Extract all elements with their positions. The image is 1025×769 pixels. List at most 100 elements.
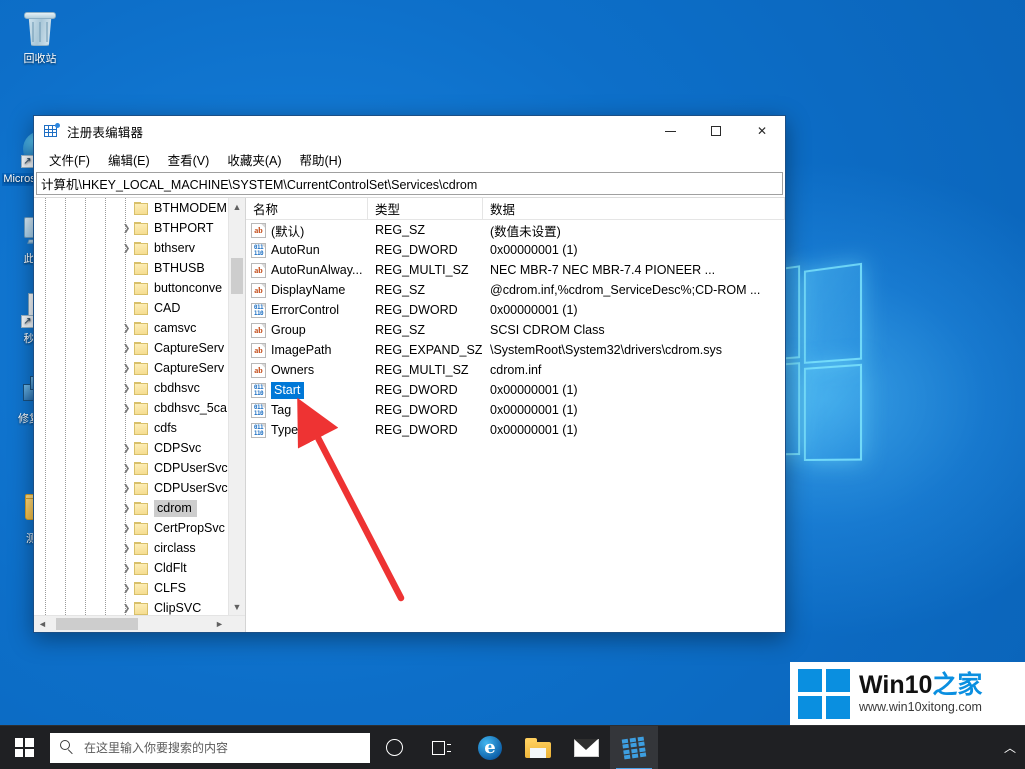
chevron-right-icon[interactable]: ❯	[119, 358, 134, 378]
scroll-left-arrow[interactable]: ◄	[34, 619, 51, 629]
value-type: REG_DWORD	[368, 423, 483, 437]
scrollbar-thumb[interactable]	[231, 258, 243, 294]
window-titlebar[interactable]: 注册表编辑器 ✕	[34, 116, 785, 147]
tree-leaf-spacer: ❯	[119, 278, 134, 298]
scroll-down-arrow[interactable]: ▼	[229, 598, 245, 615]
minimize-button[interactable]	[647, 116, 693, 147]
tree-item[interactable]: ❯CaptureServ	[34, 358, 245, 378]
tree-item[interactable]: ❯ ClipSVC	[34, 598, 245, 615]
column-header-data[interactable]: 数据	[483, 198, 785, 219]
file-explorer-taskbar-button[interactable]	[514, 726, 562, 769]
registry-path-input[interactable]: 计算机\HKEY_LOCAL_MACHINE\SYSTEM\CurrentCon…	[36, 172, 783, 195]
chevron-right-icon[interactable]: ❯	[119, 378, 134, 398]
registry-value-row[interactable]: abOwnersREG_MULTI_SZcdrom.inf	[246, 360, 785, 380]
chevron-right-icon[interactable]: ❯	[119, 438, 134, 458]
tree-item[interactable]: ❯BTHPORT	[34, 218, 245, 238]
registry-value-row[interactable]: 011110TypeREG_DWORD0x00000001 (1)	[246, 420, 785, 440]
tree-item[interactable]: ❯BTHMODEM	[34, 198, 245, 218]
mail-taskbar-button[interactable]	[562, 726, 610, 769]
maximize-button[interactable]	[693, 116, 739, 147]
registry-value-row[interactable]: abImagePathREG_EXPAND_SZ\SystemRoot\Syst…	[246, 340, 785, 360]
registry-folder-icon	[134, 542, 150, 555]
tree-item-label: CaptureServ	[154, 341, 224, 355]
scrollbar-track[interactable]	[51, 618, 211, 630]
registry-value-row[interactable]: abAutoRunAlway...REG_MULTI_SZNEC MBR-7 N…	[246, 260, 785, 280]
registry-value-row[interactable]: abDisplayNameREG_SZ@cdrom.inf,%cdrom_Ser…	[246, 280, 785, 300]
desktop: 回收站 e ↗ Microsoft Edge 此电脑 ↗ 秒文件 ✕ 修复工具	[0, 0, 1025, 769]
tree-item[interactable]: ❯ bthserv	[34, 238, 245, 258]
chevron-right-icon[interactable]: ❯	[119, 478, 134, 498]
menu-bar: 文件(F) 编辑(E) 查看(V) 收藏夹(A) 帮助(H)	[34, 147, 785, 172]
tree-item[interactable]: ❯cdrom	[34, 498, 245, 518]
tree-item-label: bthserv	[154, 241, 195, 255]
chevron-right-icon[interactable]: ❯	[119, 238, 134, 258]
tree-item[interactable]: ❯circlass	[34, 538, 245, 558]
show-hidden-icons-button[interactable]: ︿	[995, 739, 1025, 756]
tree-item[interactable]: ❯buttonconve	[34, 278, 245, 298]
tree-item[interactable]: ❯CDPSvc	[34, 438, 245, 458]
column-header-type[interactable]: 类型	[368, 198, 483, 219]
tree-horizontal-scrollbar[interactable]: ◄ ►	[34, 615, 245, 632]
chevron-right-icon[interactable]: ❯	[119, 498, 134, 518]
windows-logo-icon	[15, 738, 34, 757]
chevron-right-icon[interactable]: ❯	[119, 558, 134, 578]
tree-item-label: cbdhsvc_5ca	[154, 401, 227, 415]
registry-value-row[interactable]: 011110ErrorControlREG_DWORD0x00000001 (1…	[246, 300, 785, 320]
edge-taskbar-button[interactable]: e	[466, 726, 514, 769]
cortana-button[interactable]	[370, 726, 418, 769]
watermark-title: Win10之家	[859, 672, 982, 699]
tree-item-label: CDPUserSvc	[154, 461, 228, 475]
column-header-name[interactable]: 名称	[246, 198, 368, 219]
tree-item[interactable]: ❯ CaptureServ	[34, 338, 245, 358]
tree-leaf-spacer: ❯	[119, 198, 134, 218]
menu-item-view[interactable]: 查看(V)	[159, 147, 219, 172]
value-name: Tag	[271, 403, 291, 417]
chevron-right-icon[interactable]: ❯	[119, 458, 134, 478]
value-name: AutoRunAlway...	[271, 263, 362, 277]
tree-item[interactable]: ❯CAD	[34, 298, 245, 318]
tree-item[interactable]: ❯CLFS	[34, 578, 245, 598]
registry-value-row[interactable]: ab(默认)REG_SZ(数值未设置)	[246, 220, 785, 240]
start-button[interactable]	[0, 726, 48, 769]
registry-value-row[interactable]: 011110TagREG_DWORD0x00000001 (1)	[246, 400, 785, 420]
chevron-right-icon[interactable]: ❯	[119, 318, 134, 338]
chevron-right-icon[interactable]: ❯	[119, 578, 134, 598]
watermark-title-main: Win10	[859, 671, 932, 699]
taskbar-search-input[interactable]: 在这里输入你要搜索的内容	[50, 733, 370, 763]
menu-item-file[interactable]: 文件(F)	[40, 147, 99, 172]
tree-item-label: ClipSVC	[154, 601, 201, 615]
tree-item[interactable]: ❯CDPUserSvc	[34, 478, 245, 498]
chevron-right-icon[interactable]: ❯	[119, 338, 134, 358]
close-button[interactable]: ✕	[739, 116, 785, 147]
value-name-cell: abDisplayName	[246, 283, 368, 298]
tree-vertical-scrollbar[interactable]: ▲ ▼	[228, 198, 245, 615]
registry-value-row[interactable]: abGroupREG_SZSCSI CDROM Class	[246, 320, 785, 340]
menu-item-edit[interactable]: 编辑(E)	[99, 147, 159, 172]
editor-panes: ❯BTHMODEM❯BTHPORT❯bthserv❯BTHUSB❯buttonc…	[34, 197, 785, 632]
chevron-right-icon[interactable]: ❯	[119, 518, 134, 538]
tree-item[interactable]: ❯cbdhsvc	[34, 378, 245, 398]
tree-item[interactable]: ❯cdfs	[34, 418, 245, 438]
registry-folder-icon	[134, 422, 150, 435]
tree-item[interactable]: ❯CldFlt	[34, 558, 245, 578]
chevron-right-icon[interactable]: ❯	[119, 538, 134, 558]
tree-item[interactable]: ❯CertPropSvc	[34, 518, 245, 538]
chevron-right-icon[interactable]: ❯	[119, 218, 134, 238]
chevron-right-icon[interactable]: ❯	[119, 398, 134, 418]
desktop-icon-recycle-bin[interactable]: 回收站	[2, 8, 78, 66]
menu-item-favorites[interactable]: 收藏夹(A)	[218, 147, 290, 172]
menu-item-help[interactable]: 帮助(H)	[290, 147, 350, 172]
tree-item[interactable]: ❯ cbdhsvc_5ca	[34, 398, 245, 418]
chevron-right-icon[interactable]: ❯	[119, 598, 134, 615]
scroll-up-arrow[interactable]: ▲	[229, 198, 245, 215]
scroll-right-arrow[interactable]: ►	[211, 619, 228, 629]
tree-item[interactable]: ❯BTHUSB	[34, 258, 245, 278]
registry-value-row[interactable]: 011110StartREG_DWORD0x00000001 (1)	[246, 380, 785, 400]
scrollbar-thumb-horizontal[interactable]	[56, 618, 138, 630]
registry-editor-taskbar-button[interactable]	[610, 726, 658, 769]
task-view-button[interactable]	[418, 726, 466, 769]
tree-item[interactable]: ❯ CDPUserSvc	[34, 458, 245, 478]
tree-item[interactable]: ❯camsvc	[34, 318, 245, 338]
registry-value-row[interactable]: 011110AutoRunREG_DWORD0x00000001 (1)	[246, 240, 785, 260]
value-name-cell: abImagePath	[246, 343, 368, 358]
